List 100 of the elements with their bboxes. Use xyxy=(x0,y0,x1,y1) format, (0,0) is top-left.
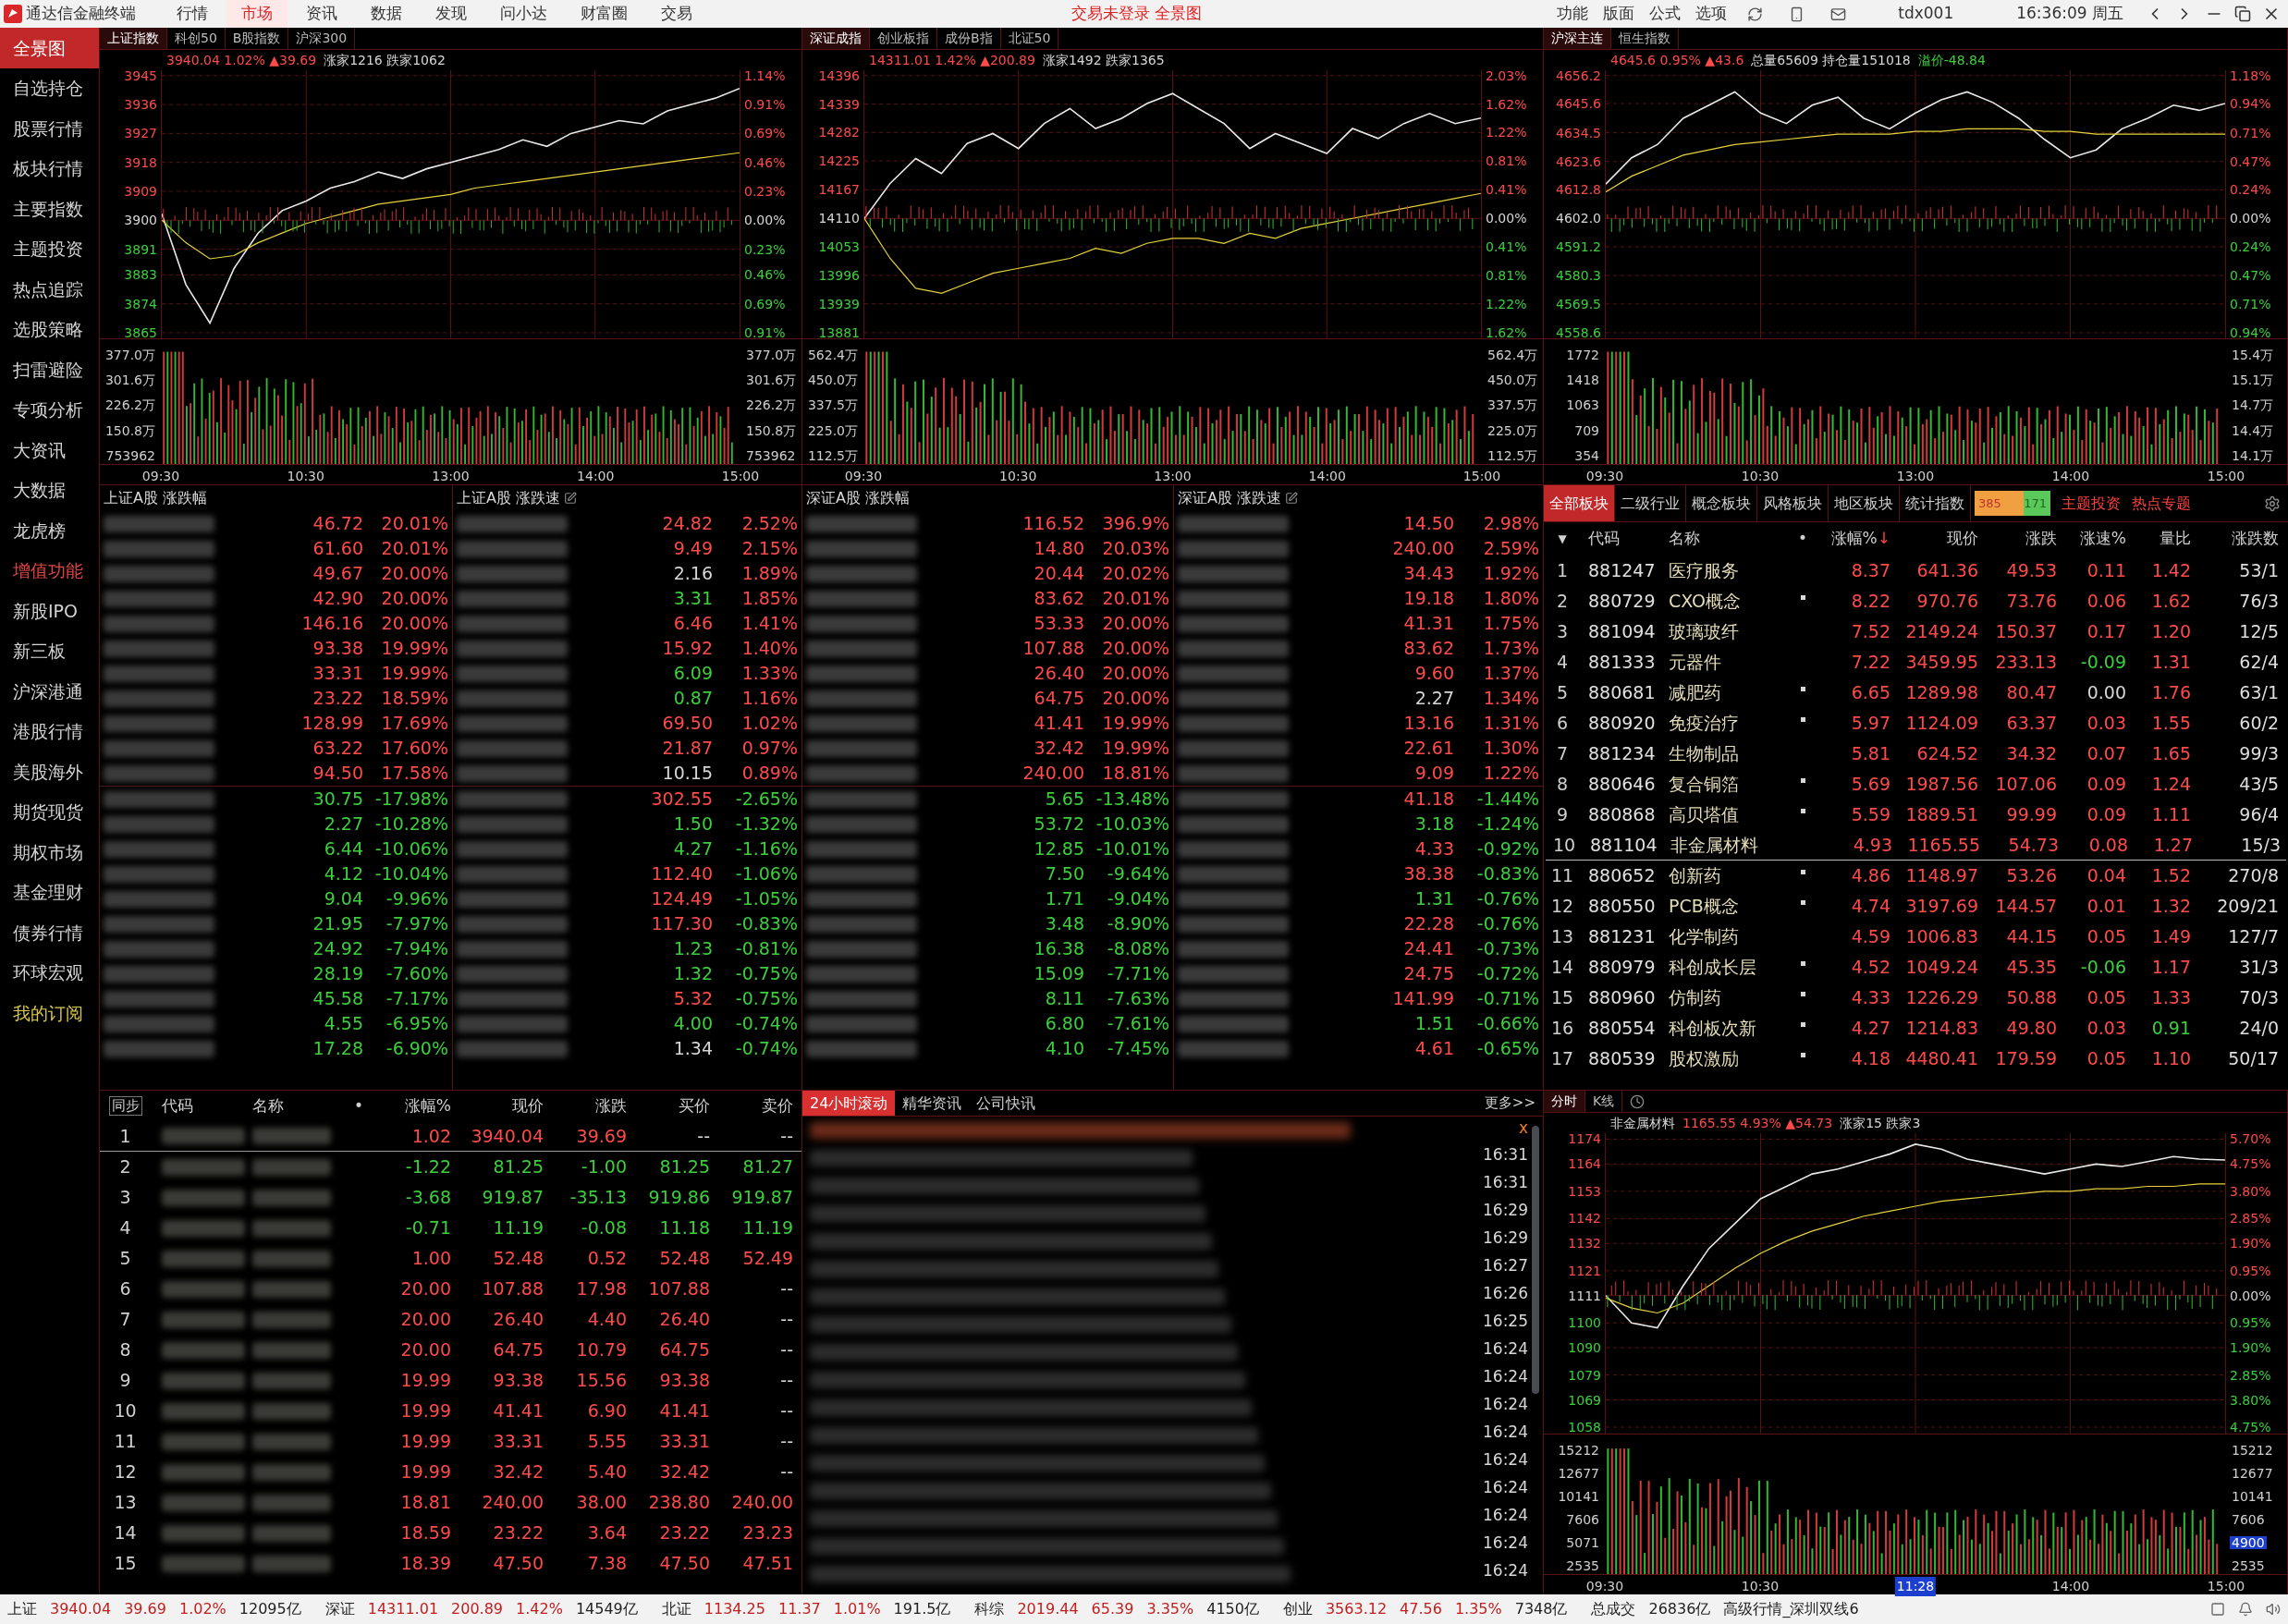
login-notice[interactable]: 交易未登录 全景图 xyxy=(1071,2,1203,26)
menu-item[interactable]: 财富圈 xyxy=(566,0,642,28)
sector-name[interactable]: 减肥药 xyxy=(1669,679,1789,706)
menu-item[interactable]: 资讯 xyxy=(291,0,352,28)
sidebar-item[interactable]: 沪深港通 xyxy=(0,671,99,712)
index-name[interactable]: 科综 xyxy=(974,1598,1005,1620)
column-header[interactable]: 量比 xyxy=(2126,527,2191,551)
menu-item[interactable]: 公式 xyxy=(1644,2,1687,26)
sidebar-item[interactable]: 债券行情 xyxy=(0,912,99,953)
sidebar-item[interactable]: 基金理财 xyxy=(0,872,99,912)
index-name[interactable]: 北证 xyxy=(661,1598,691,1620)
sidebar-item[interactable]: 增值功能 xyxy=(0,550,99,591)
chart-tab[interactable]: 恒生指数 xyxy=(1611,28,1679,49)
sort-caret-icon[interactable]: ▼ xyxy=(1558,531,1567,547)
sector-name[interactable]: 非金属材料 xyxy=(1670,831,1791,859)
chart-tab[interactable]: 科创50 xyxy=(167,28,226,49)
sidebar-item[interactable]: 龙虎榜 xyxy=(0,510,99,551)
sidebar-item[interactable]: 新三板 xyxy=(0,630,99,671)
refresh-icon[interactable] xyxy=(1747,6,1764,22)
sidebar-item[interactable]: 环球宏观 xyxy=(0,952,99,993)
sector-tab[interactable]: 统计指数 xyxy=(1900,485,1971,521)
sidebar-item[interactable]: 股票行情 xyxy=(0,108,99,149)
index-name[interactable]: 深证 xyxy=(324,1598,355,1620)
sector-tab[interactable]: 概念板块 xyxy=(1686,485,1757,521)
server-name[interactable]: 高级行情_深圳双线6 xyxy=(1723,1598,1859,1620)
sidebar-item[interactable]: 主要指数 xyxy=(0,189,99,229)
chart-tab[interactable]: 沪深主连 xyxy=(1544,28,1611,49)
sector-name[interactable]: 生物制品 xyxy=(1669,740,1789,767)
more-link[interactable]: 更多>> xyxy=(1484,1093,1543,1114)
sync-button[interactable]: 同步 xyxy=(108,1096,142,1116)
sector-tab[interactable]: 地区板块 xyxy=(1829,485,1900,521)
sidebar-item[interactable]: 专项分析 xyxy=(0,389,99,430)
column-header[interactable]: 代码 xyxy=(151,1093,252,1118)
column-header[interactable]: 现价 xyxy=(1890,527,1978,551)
menu-item[interactable]: 功能 xyxy=(1551,2,1595,26)
sector-name[interactable]: 医疗服务 xyxy=(1669,557,1789,584)
chart-tab[interactable]: 成份B指 xyxy=(937,28,1001,49)
mail-icon[interactable] xyxy=(1830,6,1847,22)
column-header[interactable]: 涨跌数 xyxy=(2191,527,2279,551)
chart-tab[interactable]: 沪深300 xyxy=(288,28,356,49)
sector-name[interactable]: 创新药 xyxy=(1669,862,1789,889)
sidebar-item[interactable]: 选股策略 xyxy=(0,309,99,349)
menu-item[interactable]: 发现 xyxy=(421,0,482,28)
column-header[interactable]: 涨跌 xyxy=(544,1093,627,1118)
sidebar-item[interactable]: 热点追踪 xyxy=(0,269,99,310)
edit-icon[interactable] xyxy=(564,492,578,505)
column-header[interactable]: 名称 xyxy=(1669,527,1789,551)
news-tab[interactable]: 公司快讯 xyxy=(969,1091,1044,1116)
edit-icon[interactable] xyxy=(1285,492,1299,505)
restore-icon[interactable] xyxy=(2234,6,2251,22)
sidebar-item[interactable]: 期货现货 xyxy=(0,791,99,832)
sidebar-item[interactable]: 港股行情 xyxy=(0,711,99,751)
sector-name[interactable]: 玻璃玻纤 xyxy=(1669,618,1789,645)
sector-tab[interactable]: 二级行业 xyxy=(1615,485,1686,521)
column-header[interactable]: 卖价 xyxy=(710,1093,793,1118)
sidebar-item[interactable]: 美股海外 xyxy=(0,751,99,792)
column-header[interactable]: • xyxy=(345,1093,373,1118)
sector-name[interactable]: PCB概念 xyxy=(1669,893,1789,920)
menu-item[interactable]: 行情 xyxy=(162,0,223,28)
column-header[interactable]: 现价 xyxy=(451,1093,544,1118)
speaker-icon[interactable] xyxy=(2266,1602,2281,1617)
chart-tab[interactable]: 创业板指 xyxy=(870,28,937,49)
chart-tab[interactable]: 上证指数 xyxy=(100,28,167,49)
sidebar-item[interactable]: 自选持仓 xyxy=(0,67,99,108)
column-header[interactable]: 名称 xyxy=(252,1093,345,1118)
bell-icon[interactable] xyxy=(2238,1602,2253,1617)
column-header[interactable]: 涨幅% xyxy=(1830,527,1878,551)
sector-name[interactable]: CXO概念 xyxy=(1669,588,1789,615)
chart-tab[interactable]: 北证50 xyxy=(1000,28,1059,49)
menu-item[interactable]: 数据 xyxy=(356,0,417,28)
chart-tab[interactable]: K线 xyxy=(1585,1091,1623,1112)
sector-name[interactable]: 股权激励 xyxy=(1669,1045,1789,1072)
sector-name[interactable]: 科创成长层 xyxy=(1669,954,1789,981)
menu-item[interactable]: 版面 xyxy=(1597,2,1641,26)
sidebar-item[interactable]: 扫雷避险 xyxy=(0,349,99,390)
chart-tab[interactable]: 深证成指 xyxy=(802,28,870,49)
sidebar-item[interactable]: 主题投资 xyxy=(0,228,99,269)
column-header[interactable]: • xyxy=(1789,527,1817,551)
index-name[interactable]: 创业 xyxy=(1282,1598,1313,1620)
square-icon[interactable] xyxy=(2210,1602,2225,1617)
topic-link[interactable]: 热点专题 xyxy=(2132,492,2191,515)
sector-name[interactable]: 化学制药 xyxy=(1669,923,1789,950)
news-tab[interactable]: 精华资讯 xyxy=(895,1091,970,1116)
sector-name[interactable]: 科创板次新 xyxy=(1669,1015,1789,1042)
sidebar-item[interactable]: 大资讯 xyxy=(0,430,99,470)
sector-name[interactable]: 免疫治疗 xyxy=(1669,710,1789,737)
sidebar-item[interactable]: 全景图 xyxy=(0,28,99,68)
news-tab[interactable]: 24小时滚动 xyxy=(802,1091,896,1116)
settings-icon[interactable] xyxy=(2264,495,2281,512)
sector-tab[interactable]: 全部板块 xyxy=(1544,485,1615,521)
scrollbar[interactable] xyxy=(1532,1126,1539,1394)
sidebar-item[interactable]: 期权市场 xyxy=(0,832,99,873)
column-header[interactable]: 涨幅% xyxy=(373,1093,451,1118)
chart-tab[interactable]: 分时 xyxy=(1544,1091,1585,1112)
topic-link[interactable]: 主题投资 xyxy=(2062,492,2121,515)
menu-item[interactable]: 市场 xyxy=(226,0,288,28)
menu-item[interactable]: 交易 xyxy=(646,0,707,28)
menu-item[interactable]: 问小达 xyxy=(485,0,562,28)
column-header[interactable]: 涨速% xyxy=(2057,527,2126,551)
sector-name[interactable]: 元器件 xyxy=(1669,649,1789,676)
